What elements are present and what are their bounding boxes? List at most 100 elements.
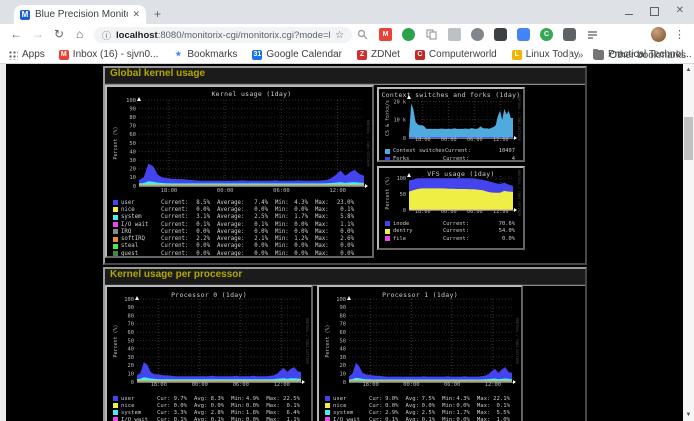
scrollbar-thumb[interactable] (684, 117, 693, 160)
page-scrollbar[interactable]: ▲ ▼ (683, 64, 694, 421)
legend-stat: Avg:0.1% (194, 417, 231, 421)
pages-extension-icon[interactable] (425, 28, 438, 41)
legend-swatch (113, 215, 118, 220)
legend-stat: Min:0.0% (275, 207, 315, 213)
legend-stat: Min:4.3% (442, 396, 477, 402)
scroll-up-icon[interactable]: ▲ (683, 64, 694, 76)
teal-circle-extension-icon[interactable] (402, 28, 415, 41)
bookmarks-overflow-icon[interactable]: » (569, 50, 584, 61)
legend-stat: Cur:0.1% (157, 417, 194, 421)
legend-row: softIRQCurrent:2.2%Average:2.1%Min:1.2%M… (112, 235, 368, 242)
close-icon[interactable]: ✕ (676, 6, 684, 16)
legend-stat: Max:6.4% (266, 410, 307, 416)
bookmark-item[interactable]: 31Google Calendar (252, 49, 342, 60)
legend-stat: Min:0.0% (275, 229, 315, 235)
profile-avatar[interactable] (651, 27, 666, 42)
legend-stat: Max:22.1% (477, 396, 517, 402)
search-extension-icon[interactable] (356, 28, 369, 41)
legend-name: I/O wait (333, 417, 369, 421)
legend-stat: Max:0.1% (477, 403, 517, 409)
svg-text:20: 20 (340, 363, 347, 369)
legend-name: file (393, 236, 443, 242)
legend-stat: Average:7.4% (217, 200, 275, 206)
svg-text:90: 90 (340, 305, 347, 311)
minimize-icon[interactable] (625, 14, 633, 15)
extension-icons: MC (356, 28, 599, 41)
legend-name: Forks (393, 156, 443, 162)
bookmark-item[interactable]: ★Bookmarks (173, 49, 237, 60)
apps-shortcut[interactable]: Apps (8, 49, 45, 60)
back-icon[interactable]: ← (10, 27, 22, 41)
other-bookmarks[interactable]: Other bookmarks (609, 50, 686, 61)
svg-text:06:00: 06:00 (444, 382, 460, 388)
legend-name: user (333, 396, 369, 402)
svg-text:100: 100 (124, 297, 134, 303)
blue-oval-extension-icon[interactable] (517, 28, 530, 41)
new-tab-button[interactable]: + (154, 7, 161, 21)
gmail-extension-icon[interactable]: M (379, 28, 392, 41)
site-info-icon[interactable]: ⓘ (102, 29, 111, 42)
bookmark-favicon: ★ (173, 50, 183, 60)
legend-stat: Current:70.6% (443, 221, 515, 227)
home-icon[interactable]: ⌂ (76, 27, 83, 41)
legend-stat: Min:1.7% (275, 214, 315, 220)
bookmark-star-icon[interactable]: ☆ (335, 30, 344, 41)
legend-stat: Cur:3.3% (157, 410, 194, 416)
svg-text:18:00: 18:00 (415, 209, 431, 215)
svg-text:80: 80 (128, 313, 135, 319)
svg-text:30: 30 (340, 355, 347, 361)
tab-monitorix[interactable]: M Blue Precision Monitorix ✕ (14, 5, 146, 24)
legend-swatch (113, 237, 118, 242)
legend-stat: Current:0.0% (443, 236, 515, 242)
reload-icon[interactable]: ↻ (54, 27, 64, 41)
legend-row: niceCurrent:0.0%Average:0.0%Min:0.0%Max:… (112, 206, 368, 213)
legend-name: system (333, 410, 369, 416)
legend-stat: Cur:9.7% (157, 396, 194, 402)
graph-legend: userCur:9.7%Avg:8.3%Min:4.9%Max:22.5%nic… (112, 395, 307, 421)
legend-stat: Max:1.1% (266, 417, 307, 421)
gray-square-extension-icon[interactable] (448, 28, 461, 41)
svg-text:90: 90 (128, 305, 135, 311)
forward-icon[interactable]: → (32, 27, 44, 41)
legend-stat: Current:0.1% (161, 222, 217, 228)
globe-extension-icon[interactable] (471, 28, 484, 41)
svg-text:70: 70 (128, 322, 135, 328)
bookmark-label: Google Calendar (266, 49, 342, 60)
legend-stat: Current:0.0% (161, 207, 217, 213)
green-circle-extension-icon[interactable]: C (540, 28, 553, 41)
legend-name: I/O wait (121, 417, 157, 421)
legend-swatch (325, 410, 330, 415)
legend-swatch (113, 417, 118, 421)
scroll-down-icon[interactable]: ▼ (683, 409, 694, 421)
omnibox[interactable]: ⓘ localhost:8080/monitorix-cgi/monitorix… (94, 27, 352, 43)
legend-stat: Current:0.0% (161, 229, 217, 235)
url-host: localhost (116, 30, 158, 41)
maximize-icon[interactable] (650, 7, 659, 16)
legend-swatch (113, 396, 118, 401)
legend-swatch (385, 149, 390, 154)
bookmark-label: Computerworld (429, 49, 497, 60)
svg-text:20: 20 (128, 363, 135, 369)
legend-swatch (385, 229, 390, 234)
dark-square-extension-icon[interactable] (494, 28, 507, 41)
monitorix-favicon: M (20, 10, 30, 20)
bookmark-item[interactable]: ZZDNet (357, 49, 400, 60)
legend-stat: Current:2.2% (161, 236, 217, 242)
browser-menu-icon[interactable]: ⋮ (674, 28, 685, 41)
list-extension-icon[interactable] (586, 28, 599, 41)
bookmark-item[interactable]: MInbox (16) - sjvn0... (59, 49, 159, 60)
bookmark-item[interactable]: CComputerworld (415, 49, 497, 60)
svg-text:80: 80 (340, 313, 347, 319)
legend-row: niceCur:0.0%Avg:0.0%Min:0.0%Max:0.1% (112, 402, 307, 409)
legend-row: userCur:9.0%Avg:7.5%Min:4.3%Max:22.1% (324, 395, 517, 402)
tab-close-icon[interactable]: ✕ (132, 9, 140, 20)
legend-stat: Avg:0.1% (406, 417, 443, 421)
browser-window: M Blue Precision Monitorix ✕ + ✕ ← → ↻ ⌂… (0, 0, 694, 421)
puzzle-extensions-icon[interactable] (563, 28, 576, 41)
svg-text:100: 100 (126, 98, 136, 104)
legend-stat: Max:0.0% (315, 251, 361, 257)
svg-text:00:00: 00:00 (441, 209, 457, 215)
legend-stat: Average:0.0% (217, 251, 275, 257)
tab-strip: M Blue Precision Monitorix ✕ + ✕ (0, 0, 694, 24)
bookmark-label: ZDNet (371, 49, 400, 60)
